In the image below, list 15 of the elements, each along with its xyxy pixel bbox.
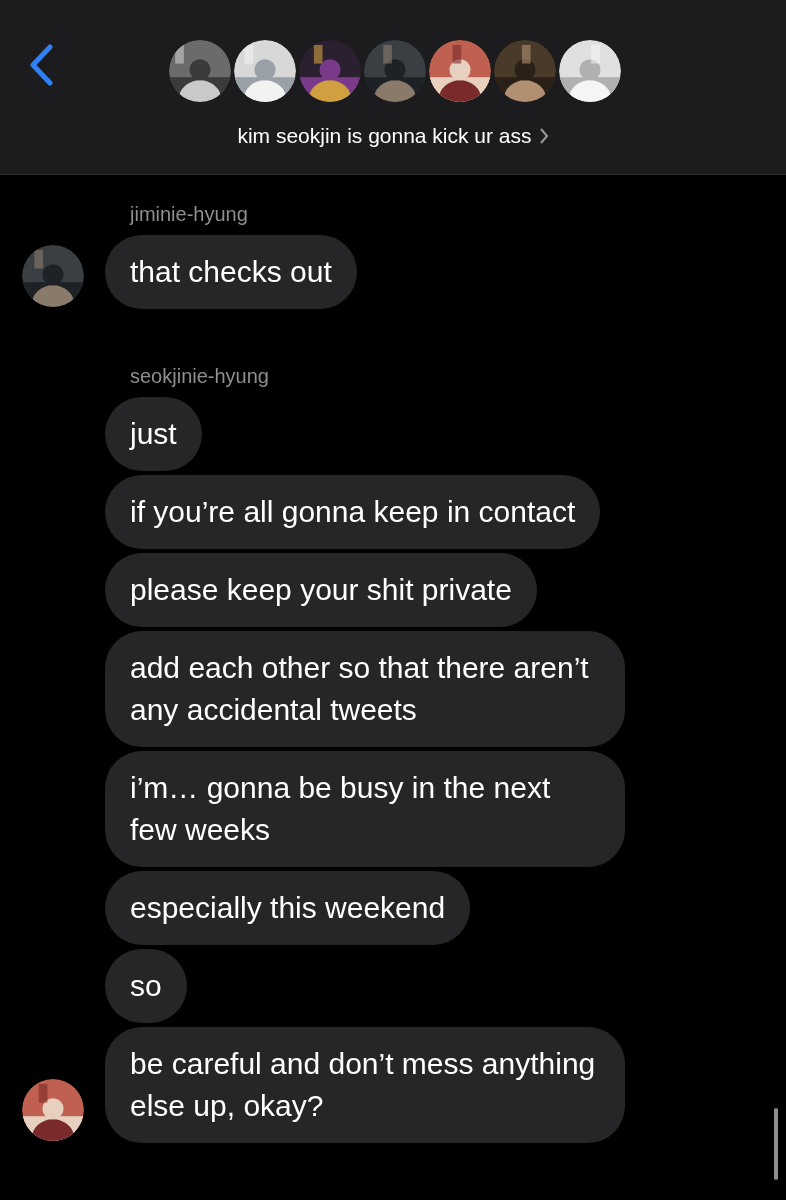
- sender-name: jiminie-hyung: [128, 202, 249, 227]
- scrollbar: [774, 1108, 778, 1180]
- message-bubble: just: [105, 397, 202, 471]
- conversation-title[interactable]: kim seokjin is gonna kick ur ass: [237, 120, 532, 152]
- back-icon[interactable]: [28, 44, 54, 86]
- message-bubble: be careful and don’t mess anything else up, okay?: [105, 1027, 625, 1143]
- message-bubble: especially this weekend: [105, 871, 471, 945]
- sender-name: seokjinie-hyung: [129, 364, 270, 389]
- message-bubble: so: [105, 949, 187, 1023]
- message-bubble: if you’re all gonna keep in contact: [105, 475, 601, 549]
- chevron-icon[interactable]: [539, 127, 549, 144]
- message-bubble: that checks out: [105, 235, 357, 309]
- message-bubble: please keep your shit private: [105, 553, 537, 627]
- message-bubble: i’m… gonna be busy in the next few weeks: [105, 751, 625, 867]
- message-bubble: add each other so that there aren’t any accidental tweets: [105, 631, 625, 747]
